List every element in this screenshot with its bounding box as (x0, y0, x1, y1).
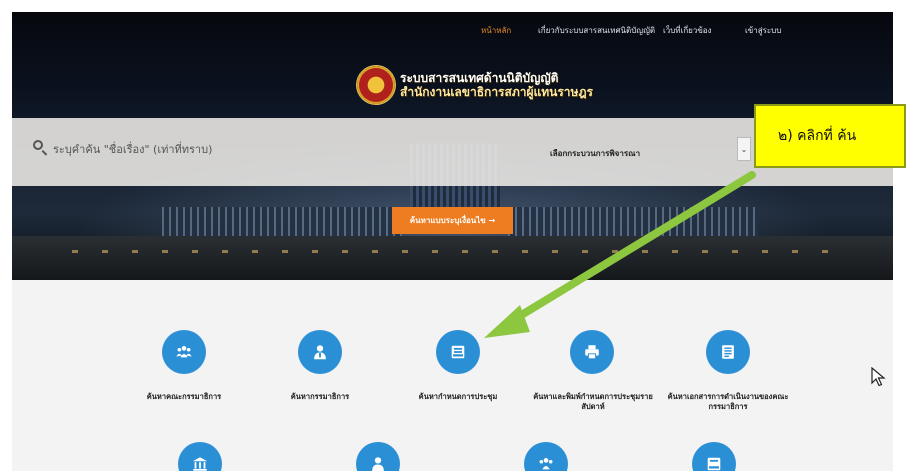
person-icon (372, 457, 384, 471)
document-icon (722, 345, 734, 359)
institution-icon (192, 457, 208, 471)
left-margin (0, 0, 12, 471)
search-committee-button[interactable] (162, 330, 206, 374)
printer-icon (585, 345, 599, 360)
search-committee-documents-label[interactable]: ค้นหาเอกสารการดำเนินงานของคณะกรรมาธิการ (662, 392, 794, 412)
ground (12, 236, 893, 280)
chevron-down-icon[interactable]: ⌄ (737, 137, 751, 161)
site-title-line2: สำนักงานเลขาธิการสภาผู้แทนราษฎร (400, 85, 593, 99)
page: หน้าหลัก เกี่ยวกับระบบสารสนเทศนิติบัญญัต… (0, 0, 906, 471)
nav-home[interactable]: หน้าหลัก (481, 24, 511, 37)
search-meeting-schedule-label[interactable]: ค้นหากำหนดการประชุม (385, 392, 531, 402)
inbox-icon (707, 457, 721, 471)
group-icon (176, 346, 192, 358)
search-icon (33, 140, 43, 150)
inbox-icon (451, 345, 465, 359)
search-commissioner-label[interactable]: ค้นหากรรมาธิการ (250, 392, 390, 402)
callout-text: ๒) คลิกที่ ค้น (778, 128, 857, 144)
services-section (12, 280, 893, 471)
nav-about[interactable]: เกี่ยวกับระบบสารสนเทศนิติบัญญัติ (538, 24, 655, 37)
person-icon (314, 345, 326, 360)
street-lights (72, 250, 832, 253)
search-committee-documents-button[interactable] (706, 330, 750, 374)
search-meeting-schedule-button[interactable] (436, 330, 480, 374)
search-commissioner-button[interactable] (298, 330, 342, 374)
right-margin (893, 0, 906, 471)
advanced-search-button[interactable]: ค้นหาแบบระบุเงื่อนไข → (392, 207, 513, 234)
search-committee-label[interactable]: ค้นหาคณะกรรมาธิการ (100, 392, 268, 402)
search-print-weekly-schedule-label[interactable]: ค้นหาและพิมพ์กำหนดการประชุมรายสัปดาห์ (532, 392, 654, 412)
group-icon (539, 458, 553, 470)
site-title-line1: ระบบสารสนเทศด้านนิติบัญญัติ (400, 71, 559, 85)
mouse-cursor-icon (871, 367, 886, 387)
parliament-seal-icon[interactable] (357, 66, 395, 104)
annotation-callout: ๒) คลิกที่ ค้น (754, 104, 906, 168)
search-print-weekly-schedule-button[interactable] (570, 330, 614, 374)
nav-related-sites[interactable]: เว็บที่เกี่ยวข้อง (663, 24, 712, 37)
parliament-building-left (162, 207, 402, 237)
search-input[interactable] (53, 139, 473, 159)
nav-login[interactable]: เข้าสู่ระบบ (745, 24, 781, 37)
procedure-select[interactable]: เลือกกระบวนการพิจารณา (550, 147, 640, 160)
parliament-building-right (508, 207, 758, 237)
site-title[interactable]: ระบบสารสนเทศด้านนิติบัญญัติ สำนักงานเลขา… (400, 71, 593, 99)
